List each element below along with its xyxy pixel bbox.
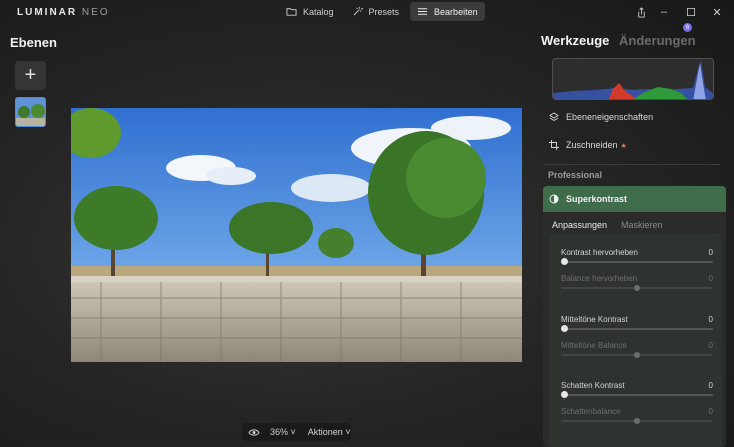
add-layer-button[interactable]: + xyxy=(15,61,46,90)
nav-bearbeiten-label: Bearbeiten xyxy=(434,6,478,17)
chevron-down-icon: ˅ xyxy=(288,427,296,437)
sliders-icon xyxy=(417,8,428,15)
slider-label: Kontrast hervorheben xyxy=(561,248,638,257)
tab-maskieren[interactable]: Maskieren xyxy=(621,220,663,230)
slider-label: Balance hervorheben xyxy=(561,274,638,283)
contrast-icon xyxy=(549,194,559,204)
zoom-dropdown[interactable]: 36% ˅ xyxy=(266,427,300,437)
close-icon[interactable]: ✕ xyxy=(710,5,724,19)
histogram xyxy=(552,58,714,100)
slider-value: 0 xyxy=(708,341,713,350)
layers-title: Ebenen xyxy=(10,35,57,50)
maximize-icon[interactable] xyxy=(684,5,698,19)
divider xyxy=(544,164,720,165)
nav-katalog-label: Katalog xyxy=(303,6,334,17)
slider-label: Schattenbalance xyxy=(561,407,621,416)
actions-dropdown[interactable]: Aktionen ˅ xyxy=(300,427,351,437)
ai-star-icon: ★ xyxy=(620,143,627,150)
slider-value: 0 xyxy=(708,315,713,324)
folder-icon xyxy=(286,8,297,16)
slider-handle[interactable] xyxy=(634,352,640,358)
layers-icon xyxy=(549,112,559,122)
slider-value: 0 xyxy=(708,407,713,416)
panel-tabs: Werkzeuge Änderungen xyxy=(541,33,696,48)
layer-thumbnail[interactable] xyxy=(15,97,46,127)
tab-anpassungen[interactable]: Anpassungen xyxy=(552,220,607,230)
slider-handle[interactable] xyxy=(634,285,640,291)
crop-item[interactable]: Zuschneiden ★ xyxy=(549,140,627,150)
tool-name: Superkontrast xyxy=(566,194,628,204)
slider-label: Mitteltöne Kontrast xyxy=(561,315,628,324)
slider-track[interactable] xyxy=(561,394,713,396)
section-professional: Professional xyxy=(548,170,603,180)
slider-handle[interactable] xyxy=(561,258,568,265)
tool-header[interactable]: Superkontrast xyxy=(543,186,726,212)
superkontrast-tool: Superkontrast Anpassungen Maskieren Kont… xyxy=(543,186,726,447)
crop-icon xyxy=(549,140,559,150)
tools-panel: Werkzeuge Änderungen Ebeneneigenschaften… xyxy=(540,24,734,447)
nav-presets-label: Presets xyxy=(368,6,400,17)
slider-value: 0 xyxy=(708,381,713,390)
eye-icon[interactable] xyxy=(242,428,266,437)
slider-track[interactable] xyxy=(561,328,713,330)
share-icon[interactable] xyxy=(634,5,648,19)
top-navigation: Katalog Presets Bearbeiten xyxy=(279,2,485,21)
tab-aenderungen[interactable]: Änderungen xyxy=(619,33,696,48)
slider-4[interactable]: Schatten Kontrast 0 xyxy=(561,381,713,398)
slider-label: Mitteltöne Balance xyxy=(561,341,627,350)
slider-0[interactable]: Kontrast hervorheben 0 xyxy=(561,248,713,265)
minimize-icon[interactable]: – xyxy=(657,5,671,19)
tool-subtabs: Anpassungen Maskieren xyxy=(543,212,726,230)
view-toolbar: 36% ˅ Aktionen ˅ xyxy=(242,423,351,441)
slider-track[interactable] xyxy=(561,261,713,263)
slider-handle[interactable] xyxy=(634,418,640,424)
slider-1[interactable]: Balance hervorheben 0 xyxy=(561,274,713,291)
sparkle-icon xyxy=(353,6,363,16)
slider-list: Kontrast hervorheben 0 Balance hervorheben… xyxy=(549,234,722,447)
chevron-down-icon: ˅ xyxy=(342,427,351,437)
slider-value: 0 xyxy=(708,248,713,257)
app-logo: LUMINAR NEO xyxy=(17,7,110,18)
slider-label: Schatten Kontrast xyxy=(561,381,625,390)
slider-3[interactable]: Mitteltöne Balance 0 xyxy=(561,341,713,358)
layer-properties-item[interactable]: Ebeneneigenschaften xyxy=(549,112,653,122)
crop-label: Zuschneiden xyxy=(566,140,618,150)
nav-bearbeiten[interactable]: Bearbeiten xyxy=(410,2,485,21)
slider-handle[interactable] xyxy=(561,391,568,398)
slider-value: 0 xyxy=(708,274,713,283)
photo-canvas[interactable] xyxy=(71,108,522,362)
nav-presets[interactable]: Presets xyxy=(345,2,407,21)
tab-werkzeuge[interactable]: Werkzeuge xyxy=(541,33,609,48)
slider-handle[interactable] xyxy=(561,325,568,332)
slider-5[interactable]: Schattenbalance 0 xyxy=(561,407,713,424)
nav-katalog[interactable]: Katalog xyxy=(279,2,341,21)
layer-properties-label: Ebeneneigenschaften xyxy=(566,112,654,122)
slider-2[interactable]: Mitteltöne Kontrast 0 xyxy=(561,315,713,332)
title-bar: LUMINAR NEO Katalog Presets Bearbeiten –… xyxy=(0,0,734,24)
